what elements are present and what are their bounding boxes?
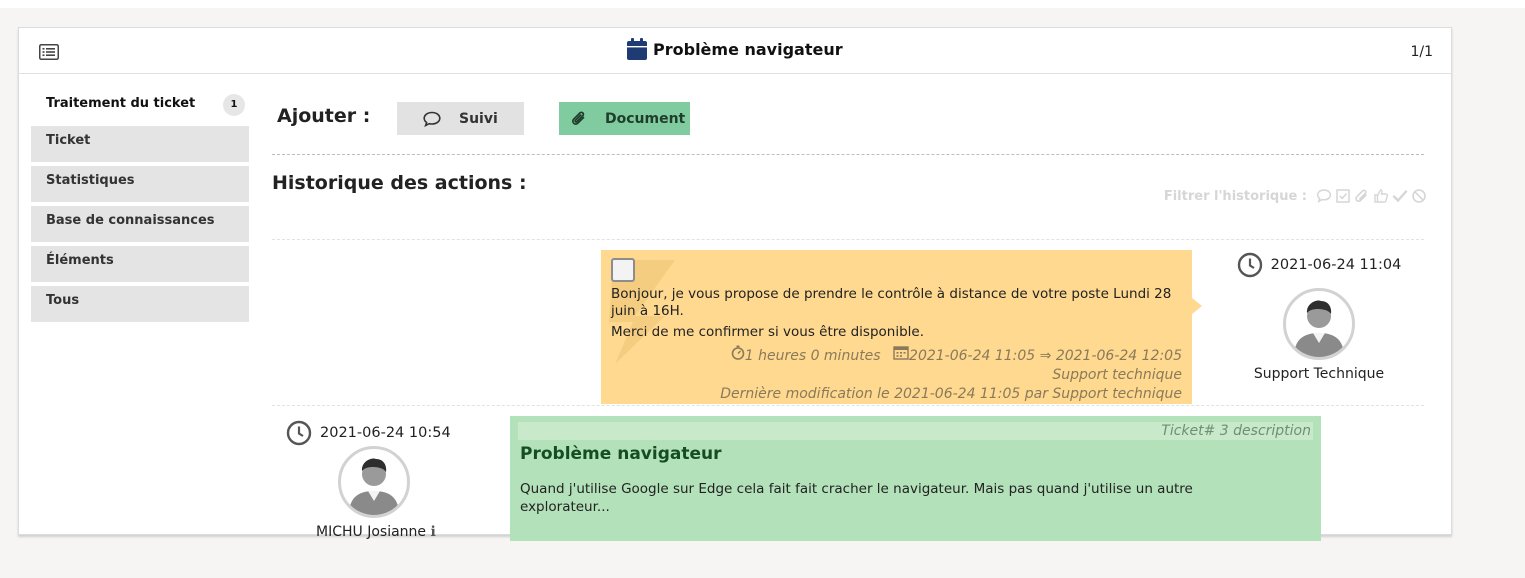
list-icon[interactable] — [39, 44, 59, 60]
filter-ban-icon[interactable] — [1411, 188, 1427, 204]
stopwatch-icon — [731, 345, 745, 360]
sidebar: Traitement du ticket 1 Ticket Statistiqu… — [31, 88, 249, 322]
followup-arrow — [1192, 298, 1202, 314]
add-followup-label: Suivi — [459, 110, 498, 127]
history-filter: Filtrer l'historique : — [1164, 188, 1427, 204]
description-header: Ticket# 3 description — [518, 422, 1313, 440]
followup-checkbox[interactable] — [611, 258, 635, 282]
followup-date: 2021-06-24 11:04 — [1270, 257, 1402, 273]
filter-thumbs-up-icon[interactable] — [1373, 188, 1389, 204]
sidebar-item-tous[interactable]: Tous — [31, 286, 249, 322]
card-header: Problème navigateur 1/1 — [19, 28, 1451, 74]
filter-comment-icon[interactable] — [1316, 188, 1332, 204]
page-title: Problème navigateur — [653, 39, 843, 59]
ticket-title-wrap: Problème navigateur — [627, 38, 843, 60]
user-avatar-icon — [349, 458, 399, 515]
filter-paperclip-icon[interactable] — [1354, 188, 1370, 204]
comment-icon — [423, 111, 441, 127]
sidebar-item-label: Traitement du ticket — [46, 96, 196, 111]
followup-item[interactable]: Bonjour, je vous propose de prendre le c… — [601, 250, 1192, 404]
calendar-icon — [627, 38, 647, 60]
followup-line: Bonjour, je vous propose de prendre le c… — [611, 286, 1172, 319]
followup-line: Merci de me confirmer si vous être dispo… — [611, 324, 924, 340]
sidebar-item-traitement[interactable]: Traitement du ticket 1 — [31, 88, 249, 122]
followup-meta: 1 heures 0 minutes 2021-06-24 11:05 ⇒ 20… — [611, 345, 1182, 404]
followup-planning: 2021-06-24 11:05 ⇒ 2021-06-24 12:05 — [909, 348, 1182, 364]
info-icon[interactable]: ℹ — [430, 524, 435, 540]
followup-user-name: Support Technique — [1253, 366, 1385, 382]
sidebar-item-elements[interactable]: Éléments — [31, 246, 249, 282]
followup-duration: 1 heures 0 minutes — [744, 348, 881, 364]
clock-icon — [286, 420, 312, 446]
add-document-label: Document — [605, 110, 686, 127]
ticket-description: Ticket# 3 description Problème navigateu… — [510, 416, 1321, 541]
add-followup-button[interactable]: Suivi — [397, 102, 524, 135]
followup-author-meta: 2021-06-24 11:04 Support Technique — [1229, 252, 1409, 382]
sidebar-item-ticket[interactable]: Ticket — [31, 126, 249, 162]
paperclip-icon — [572, 110, 585, 125]
description-title: Problème navigateur — [520, 444, 722, 464]
top-strip — [0, 0, 1525, 8]
main-panel: Ajouter : Suivi Document Historique des … — [272, 88, 1427, 541]
description-date-row: 2021-06-24 10:54 — [286, 420, 486, 446]
planning-calendar-icon — [893, 346, 909, 360]
add-label: Ajouter : — [277, 105, 371, 127]
divider — [272, 239, 1424, 240]
description-user-name: MICHU Josianne — [316, 524, 427, 540]
filter-task-icon[interactable] — [1335, 188, 1351, 204]
history-title: Historique des actions : — [272, 172, 527, 194]
description-user: MICHU Josianne ℹ — [316, 524, 486, 540]
followup-content: Bonjour, je vous propose de prendre le c… — [611, 286, 1182, 341]
divider — [272, 405, 1424, 406]
followup-modified: Dernière modification le 2021-06-24 11:0… — [720, 386, 1182, 402]
filter-label: Filtrer l'historique : — [1163, 188, 1307, 204]
count-badge: 1 — [223, 94, 245, 116]
sidebar-item-statistiques[interactable]: Statistiques — [31, 166, 249, 202]
add-document-button[interactable]: Document — [559, 102, 690, 135]
avatar[interactable] — [1283, 288, 1355, 360]
divider — [272, 154, 1424, 155]
pager: 1/1 — [1410, 44, 1433, 60]
ticket-card: Problème navigateur 1/1 Traitement du ti… — [18, 27, 1452, 541]
filter-check-icon[interactable] — [1392, 188, 1408, 204]
description-date: 2021-06-24 10:54 — [320, 425, 451, 441]
description-body: Quand j'utilise Google sur Edge cela fai… — [520, 481, 1193, 515]
user-avatar-icon — [1294, 300, 1344, 357]
description-author-meta: 2021-06-24 10:54 MICHU Josianne ℹ — [286, 420, 486, 540]
followup-date-row: 2021-06-24 11:04 — [1229, 252, 1409, 278]
add-row: Ajouter : Suivi Document — [272, 88, 1427, 148]
followup-author: Support technique — [1052, 367, 1182, 383]
sidebar-item-base-connaissances[interactable]: Base de connaissances — [31, 206, 249, 242]
clock-icon — [1237, 252, 1262, 278]
avatar[interactable] — [338, 446, 410, 518]
